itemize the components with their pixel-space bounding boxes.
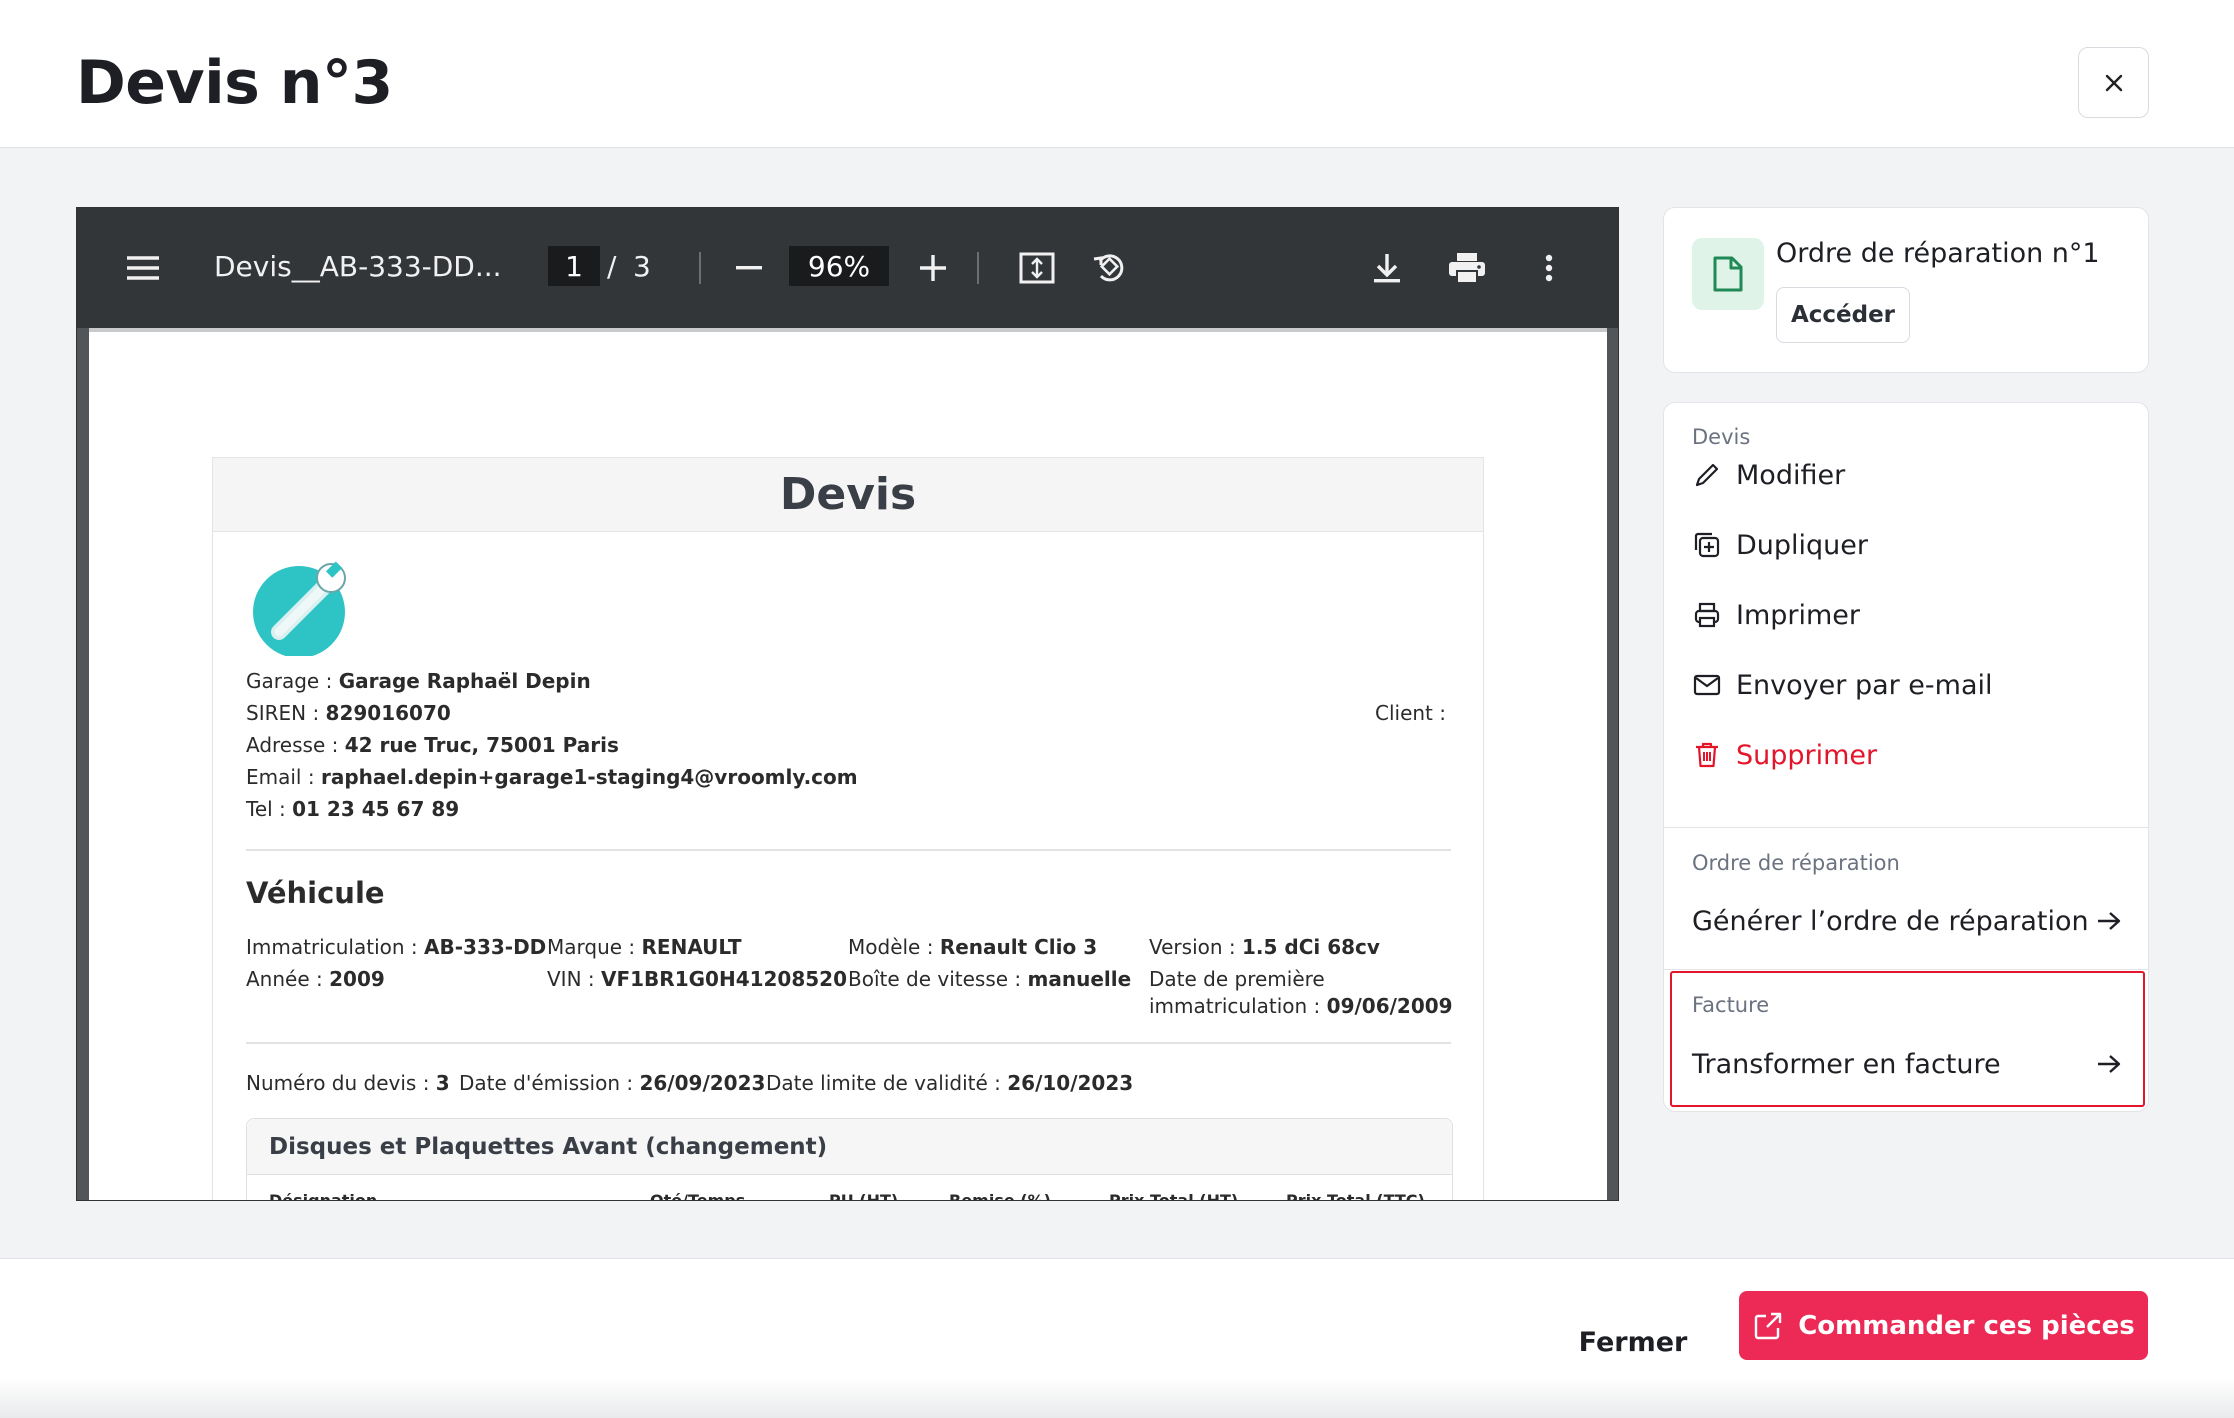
modal-footer: Fermer Commander ces pièces [0, 1258, 2234, 1418]
email-line: Email : raphael.depin+garage1-staging4@v… [246, 765, 858, 789]
modal-header: Devis n°3 [0, 0, 2234, 148]
wrench-logo-icon [253, 561, 346, 656]
column-header: Prix Total (HT) [1109, 1191, 1239, 1201]
mail-icon [1692, 670, 1722, 700]
email-action[interactable]: Envoyer par e-mail [1692, 665, 1993, 705]
generate-repair-order-action[interactable]: Générer l’ordre de réparation [1692, 901, 2122, 941]
repair-order-title: Ordre de réparation n°1 [1776, 238, 2100, 269]
parts-section: Disques et Plaquettes Avant (changement)… [246, 1118, 1453, 1201]
duplicate-icon [1692, 530, 1722, 560]
page-title: Devis n°3 [76, 48, 393, 118]
page-total: 3 [633, 250, 651, 283]
pdf-filename: Devis__AB-333-DD... [214, 250, 502, 283]
order-parts-button[interactable]: Commander ces pièces [1739, 1291, 2148, 1360]
garage-line: Garage : Garage Raphaël Depin [246, 669, 591, 693]
marque-field: Marque : RENAULT [547, 935, 742, 959]
column-header: PU (HT) [829, 1191, 899, 1201]
delete-action[interactable]: Supprimer [1692, 735, 1877, 775]
validite-field: Date limite de validité : 26/10/2023 [766, 1071, 1134, 1095]
pdf-viewer: Devis__AB-333-DD... 1 / 3 96% Devis Gara… [76, 207, 1619, 1201]
column-header: Désignation [269, 1191, 378, 1201]
document-icon [1692, 238, 1764, 310]
rotate-icon[interactable] [1089, 246, 1131, 288]
document-title: Devis [213, 458, 1483, 532]
duplicate-action[interactable]: Dupliquer [1692, 525, 1868, 565]
modify-action[interactable]: Modifier [1692, 455, 1845, 495]
devis-section-label: Devis [1692, 425, 1751, 449]
download-icon[interactable] [1367, 248, 1407, 288]
numero-field: Numéro du devis : 3 [246, 1071, 450, 1095]
print-label: Imprimer [1736, 599, 1861, 631]
date-immat-field: immatriculation : 09/06/2009 [1149, 994, 1453, 1018]
vehicle-section-title: Véhicule [246, 876, 385, 910]
panel-divider [1664, 969, 2148, 970]
column-header: Prix Total (TTC) [1286, 1191, 1425, 1201]
parts-section-title: Disques et Plaquettes Avant (changement) [247, 1119, 1452, 1175]
footer-shadow [0, 1378, 2234, 1418]
zoom-in-icon[interactable] [913, 248, 953, 288]
menu-icon[interactable] [123, 248, 163, 288]
generate-repair-order-label: Générer l’ordre de réparation [1692, 905, 2089, 937]
close-icon [2105, 74, 2122, 91]
order-parts-label: Commander ces pièces [1798, 1310, 2135, 1341]
external-link-icon [1755, 1312, 1782, 1339]
zoom-out-icon[interactable] [729, 248, 769, 288]
date-immat-line1: Date de première [1149, 967, 1325, 991]
toolbar-divider [699, 252, 701, 284]
highlight-box [1670, 971, 2145, 1107]
close-footer-button[interactable]: Fermer [1563, 1307, 1703, 1377]
email-label: Envoyer par e-mail [1736, 669, 1993, 701]
client-label: Client : [1375, 701, 1446, 725]
column-header: Qté/Temps [650, 1191, 746, 1201]
vin-field: VIN : VF1BR1G0H41208520 [547, 967, 848, 991]
arrow-right-icon [2098, 912, 2121, 930]
toolbar-divider [977, 252, 979, 284]
panel-divider [1664, 827, 2148, 828]
pdf-page: Devis Garage : Garage Raphaël Depin SIRE… [89, 328, 1607, 1201]
pencil-icon [1692, 460, 1722, 490]
printer-icon [1692, 600, 1722, 630]
pdf-toolbar: Devis__AB-333-DD... 1 / 3 96% [77, 208, 1618, 328]
column-header: Remise (%) [949, 1191, 1051, 1201]
annee-field: Année : 2009 [246, 967, 385, 991]
fit-page-icon[interactable] [1017, 248, 1057, 288]
close-button[interactable] [2078, 47, 2149, 118]
duplicate-label: Dupliquer [1736, 529, 1869, 561]
emission-field: Date d'émission : 26/09/2023 [459, 1071, 766, 1095]
page-separator: / [607, 250, 617, 283]
print-action[interactable]: Imprimer [1692, 595, 1860, 635]
access-button[interactable]: Accéder [1776, 287, 1910, 343]
version-field: Version : 1.5 dCi 68cv [1149, 935, 1380, 959]
page-number-input[interactable]: 1 [548, 246, 600, 286]
siren-line: SIREN : 829016070 [246, 701, 451, 725]
divider [246, 1042, 1451, 1044]
trash-icon [1692, 740, 1722, 770]
immat-field: Immatriculation : AB-333-DD [246, 935, 547, 959]
more-icon[interactable] [1529, 248, 1569, 288]
repair-order-card: Ordre de réparation n°1 Accéder [1663, 207, 2149, 373]
divider [246, 849, 1451, 851]
modele-field: Modèle : Renault Clio 3 [848, 935, 1098, 959]
tel-line: Tel : 01 23 45 67 89 [246, 797, 460, 821]
boite-field: Boîte de vitesse : manuelle [848, 967, 1132, 991]
print-icon[interactable] [1445, 248, 1489, 288]
quote-document: Devis Garage : Garage Raphaël Depin SIRE… [212, 457, 1484, 1201]
or-section-label: Ordre de réparation [1692, 851, 1900, 875]
address-line: Adresse : 42 rue Truc, 75001 Paris [246, 733, 619, 757]
modify-label: Modifier [1736, 459, 1846, 491]
zoom-input[interactable]: 96% [789, 246, 889, 286]
delete-label: Supprimer [1736, 739, 1878, 771]
